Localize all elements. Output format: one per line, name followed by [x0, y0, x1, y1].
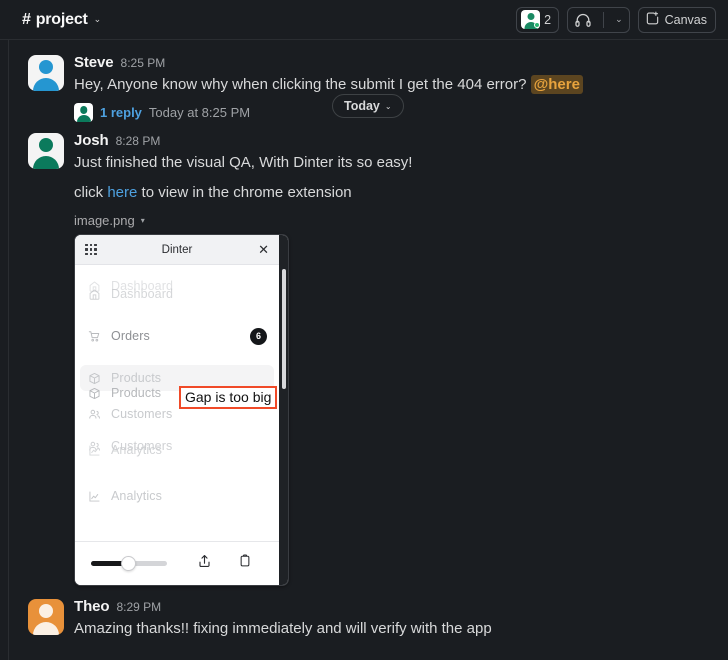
- message-timestamp[interactable]: 8:28 PM: [116, 134, 161, 148]
- message-header: Josh 8:28 PM: [74, 132, 712, 150]
- orders-badge: 6: [250, 327, 268, 345]
- dinter-panel-header: Dinter ✕: [75, 235, 280, 265]
- members-count: 2: [544, 12, 552, 27]
- message-author[interactable]: Theo: [74, 598, 110, 616]
- date-divider-label: Today: [344, 99, 380, 113]
- message-body: Josh 8:28 PM Just finished the visual QA…: [74, 132, 712, 586]
- message-text-line1: Just finished the visual QA, With Dinter…: [74, 154, 413, 171]
- nav-label: Analytics: [111, 489, 162, 503]
- message-text: Hey, Anyone know why when clicking the s…: [74, 74, 712, 96]
- attachment-filename-label: image.png: [74, 213, 135, 228]
- nav-label: Customers: [111, 407, 173, 421]
- attachment-filename[interactable]: image.png ▾: [74, 213, 712, 228]
- dinter-panel: Dinter ✕ Dashboard Dashboard Orders 6 Pr…: [75, 235, 280, 585]
- annotation-gap-is-too-big[interactable]: Gap is too big: [179, 386, 278, 409]
- caret-down-icon[interactable]: ▾: [141, 216, 145, 225]
- message-author[interactable]: Josh: [74, 132, 109, 150]
- clipboard-icon[interactable]: [238, 553, 252, 574]
- close-icon[interactable]: ✕: [258, 243, 269, 256]
- canvas-label: Canvas: [664, 12, 707, 27]
- nav-label: Orders: [111, 329, 150, 343]
- app-grid-icon[interactable]: [85, 243, 97, 256]
- huddle-divider: [603, 11, 605, 28]
- header-actions: 2 ⌄ Canvas: [516, 6, 716, 33]
- thread-reply-count[interactable]: 1 reply: [100, 105, 142, 120]
- slider-handle[interactable]: [121, 556, 136, 571]
- cart-icon: [87, 329, 101, 343]
- nav-item-analytics-b[interactable]: Analytics: [75, 483, 279, 509]
- chevron-down-icon[interactable]: ⌄: [609, 8, 629, 32]
- nav-item-orders[interactable]: Orders 6: [75, 323, 279, 349]
- nav-label: Analytics: [111, 443, 162, 457]
- dinter-panel-footer: [75, 541, 280, 585]
- message-timestamp[interactable]: 8:25 PM: [121, 56, 166, 70]
- chart-icon: [87, 489, 101, 503]
- message-text: Amazing thanks!! fixing immediately and …: [74, 620, 492, 637]
- avatar[interactable]: [28, 55, 64, 91]
- opacity-slider[interactable]: [91, 556, 167, 572]
- channel-name-label: project: [35, 10, 88, 28]
- headphones-icon[interactable]: [568, 8, 598, 32]
- attachment-inner: Dinter ✕ Dashboard Dashboard Orders 6 Pr…: [75, 235, 288, 585]
- message-body: Theo 8:29 PM Amazing thanks!! fixing imm…: [74, 598, 712, 640]
- canvas-icon: [645, 11, 660, 29]
- thread-last-reply-time: Today at 8:25 PM: [148, 105, 251, 120]
- home-icon: [87, 287, 101, 301]
- members-button[interactable]: 2: [516, 6, 560, 33]
- huddle-button[interactable]: ⌄: [567, 6, 630, 33]
- message-theo[interactable]: Theo 8:29 PM Amazing thanks!! fixing imm…: [0, 588, 728, 642]
- chevron-down-icon: ⌄: [384, 101, 392, 111]
- box-icon: [87, 386, 101, 400]
- thread-participant-avatar: [74, 103, 93, 122]
- text-before-link: click: [74, 184, 108, 201]
- thread-reply-summary[interactable]: 1 reply Today at 8:25 PM: [74, 101, 250, 124]
- hash-icon: #: [22, 10, 31, 28]
- nav-item-dashboard-b[interactable]: Dashboard: [75, 281, 279, 307]
- dinter-nav-area: Dashboard Dashboard Orders 6 Products Pr…: [75, 265, 280, 541]
- people-icon: [87, 407, 101, 421]
- nav-item-analytics-a[interactable]: Analytics: [75, 437, 279, 463]
- here-link[interactable]: here: [107, 184, 137, 201]
- chart-icon: [87, 443, 101, 457]
- date-divider-today[interactable]: Today ⌄: [332, 94, 404, 118]
- message-timestamp[interactable]: 8:29 PM: [116, 600, 161, 614]
- channel-header: # project ⌄ 2 ⌄ Canvas: [0, 0, 728, 40]
- avatar[interactable]: [28, 599, 64, 635]
- mention-here[interactable]: @here: [530, 75, 583, 94]
- message-josh[interactable]: Josh 8:28 PM Just finished the visual QA…: [0, 126, 728, 588]
- message-header: Theo 8:29 PM: [74, 598, 712, 616]
- image-attachment-dinter[interactable]: Dinter ✕ Dashboard Dashboard Orders 6 Pr…: [74, 234, 289, 586]
- text-after-link: to view in the chrome extension: [137, 184, 352, 201]
- chevron-down-icon: ⌄: [93, 14, 102, 24]
- message-author[interactable]: Steve: [74, 54, 114, 72]
- canvas-button[interactable]: Canvas: [637, 6, 716, 33]
- nav-label: Products: [111, 386, 162, 400]
- message-text-main: Hey, Anyone know why when clicking the s…: [74, 76, 531, 93]
- share-upload-icon[interactable]: [197, 553, 212, 574]
- dinter-title: Dinter: [161, 243, 193, 256]
- message-text-line2: click here to view in the chrome extensi…: [74, 182, 712, 204]
- message-list[interactable]: Today ⌄ Steve 8:25 PM Hey, Anyone know w…: [0, 40, 728, 660]
- message-header: Steve 8:25 PM: [74, 54, 712, 72]
- panel-scrollbar-thumb[interactable]: [282, 269, 286, 389]
- channel-name-button[interactable]: # project ⌄: [22, 11, 101, 29]
- nav-label: Dashboard: [111, 287, 174, 301]
- members-icon: [521, 10, 541, 29]
- avatar[interactable]: [28, 133, 64, 169]
